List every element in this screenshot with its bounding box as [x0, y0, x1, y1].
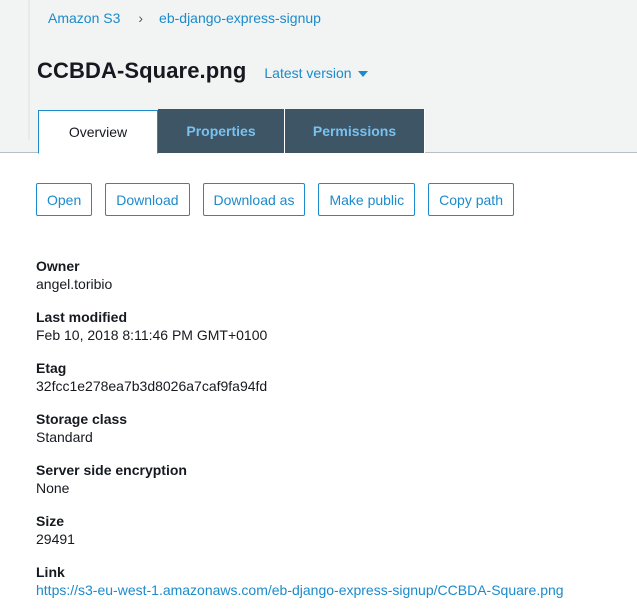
- action-toolbar: Open Download Download as Make public Co…: [36, 183, 527, 216]
- link-label: Link: [36, 564, 65, 580]
- version-dropdown[interactable]: Latest version: [264, 65, 368, 81]
- breadcrumb-amazon-s3-link[interactable]: Amazon S3: [48, 10, 120, 26]
- tab-overview[interactable]: Overview: [38, 110, 158, 154]
- size-field: Size 29491: [36, 512, 626, 563]
- download-button[interactable]: Download: [105, 183, 190, 216]
- object-details: Owner angel.toribio Last modified Feb 10…: [36, 257, 626, 614]
- encryption-field: Server side encryption None: [36, 461, 626, 512]
- breadcrumb: Amazon S3 › eb-django-express-signup: [48, 10, 321, 26]
- owner-field: Owner angel.toribio: [36, 257, 626, 308]
- copy-path-button[interactable]: Copy path: [428, 183, 514, 216]
- make-public-button[interactable]: Make public: [318, 183, 416, 216]
- owner-label: Owner: [36, 258, 80, 274]
- breadcrumb-separator-icon: ›: [138, 10, 144, 26]
- storage-class-field: Storage class Standard: [36, 410, 626, 461]
- etag-label: Etag: [36, 360, 67, 376]
- breadcrumb-bucket-link[interactable]: eb-django-express-signup: [159, 10, 321, 26]
- storage-class-label: Storage class: [36, 411, 128, 427]
- encryption-value: None: [36, 480, 70, 496]
- object-url-link[interactable]: https://s3-eu-west-1.amazonaws.com/eb-dj…: [36, 581, 626, 599]
- tab-properties[interactable]: Properties: [158, 109, 285, 153]
- last-modified-value: Feb 10, 2018 8:11:46 PM GMT+0100: [36, 327, 268, 343]
- etag-field: Etag 32fcc1e278ea7b3d8026a7caf9fa94fd: [36, 359, 626, 410]
- size-value: 29491: [36, 531, 75, 547]
- page-title: CCBDA-Square.png: [37, 58, 247, 83]
- last-modified-field: Last modified Feb 10, 2018 8:11:46 PM GM…: [36, 308, 626, 359]
- link-field: Link https://s3-eu-west-1.amazonaws.com/…: [36, 563, 626, 614]
- decorative-corner: [0, 0, 30, 140]
- encryption-label: Server side encryption: [36, 462, 187, 478]
- version-label: Latest version: [264, 65, 352, 81]
- download-as-button[interactable]: Download as: [202, 183, 306, 216]
- tab-bar: Overview Properties Permissions: [38, 109, 425, 154]
- page-header: Amazon S3 › eb-django-express-signup CCB…: [0, 0, 637, 154]
- owner-value: angel.toribio: [36, 276, 113, 292]
- tab-permissions[interactable]: Permissions: [285, 109, 425, 153]
- size-label: Size: [36, 513, 65, 529]
- storage-class-value: Standard: [36, 429, 93, 445]
- last-modified-label: Last modified: [36, 309, 128, 325]
- open-button[interactable]: Open: [36, 183, 93, 216]
- title-row: CCBDA-Square.png Latest version: [37, 58, 368, 84]
- caret-down-icon: [357, 71, 368, 77]
- etag-value: 32fcc1e278ea7b3d8026a7caf9fa94fd: [36, 378, 268, 394]
